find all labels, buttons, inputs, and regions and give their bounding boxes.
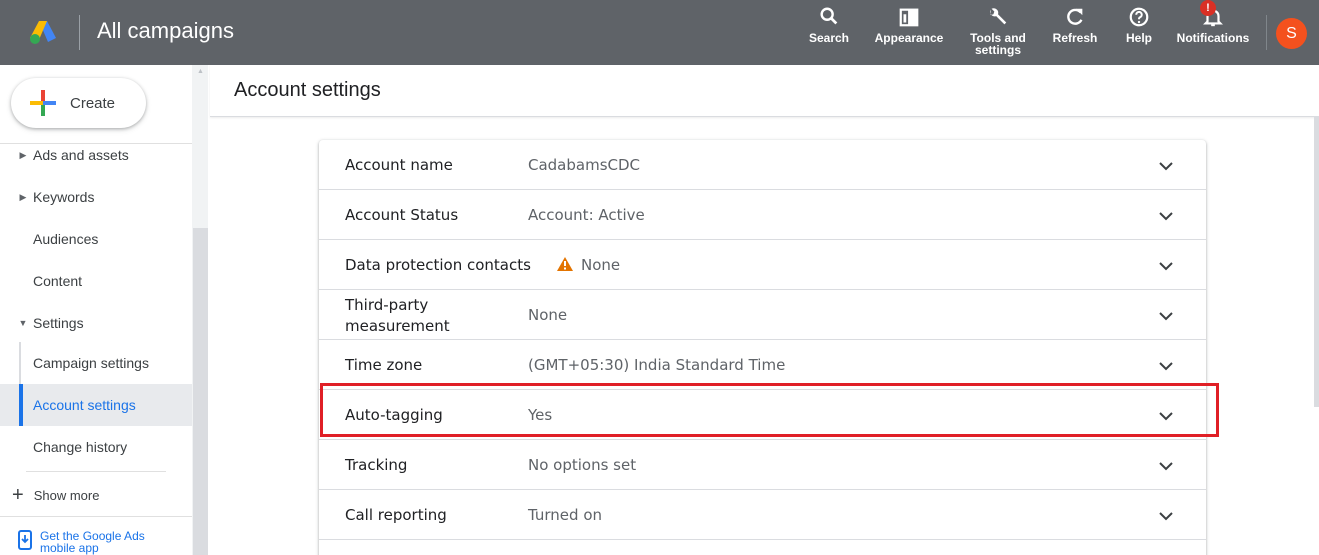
- sidebar-item-label: Keywords: [33, 189, 95, 205]
- sidebar-item-settings[interactable]: ▼ Settings: [0, 302, 192, 344]
- sidebar-item-label: Campaign settings: [33, 355, 149, 371]
- phone-download-icon: [18, 530, 32, 550]
- avatar[interactable]: S: [1276, 18, 1307, 49]
- create-button[interactable]: Create: [11, 78, 146, 128]
- setting-label: Data protection contacts: [345, 256, 531, 274]
- search-button[interactable]: Search: [808, 6, 850, 62]
- chevron-down-icon[interactable]: [1157, 257, 1175, 275]
- setting-value: Turned on: [528, 506, 603, 524]
- appearance-icon: [899, 8, 919, 27]
- show-more-button[interactable]: + Show more: [12, 485, 99, 505]
- top-app-bar: All campaigns Search Appearance Tools an…: [0, 0, 1319, 65]
- sidebar-item-label: Ads and assets: [33, 147, 129, 163]
- search-label: Search: [808, 31, 850, 45]
- expand-arrow-icon: ▶: [19, 149, 27, 160]
- plus-icon: [30, 90, 56, 116]
- warning-icon: [557, 257, 573, 271]
- sidebar-scrollbar-thumb[interactable]: [193, 228, 208, 555]
- sidebar: Create ▶ Ads and assets ▶ Keywords Audie…: [0, 65, 192, 555]
- notifications-label: Notifications: [1176, 31, 1250, 45]
- sidebar-item-label: Content: [33, 273, 83, 289]
- setting-value: Account: Active: [528, 206, 645, 224]
- sidebar-item-content[interactable]: Content: [0, 260, 192, 302]
- setting-row-call-reporting[interactable]: Call reporting Turned on: [319, 490, 1206, 540]
- mobile-app-label: Get the Google Ads mobile app: [40, 529, 145, 555]
- setting-row-data-protection-contacts[interactable]: Data protection contacts None: [319, 240, 1206, 290]
- refresh-label: Refresh: [1052, 31, 1098, 45]
- chevron-down-icon[interactable]: [1157, 357, 1175, 375]
- appearance-button[interactable]: Appearance: [872, 6, 946, 62]
- notification-badge: !: [1200, 0, 1216, 16]
- setting-label: Third-party measurement: [345, 296, 450, 335]
- settings-card: Account name CadabamsCDC Account Status …: [319, 140, 1206, 555]
- setting-label: Time zone: [345, 356, 423, 374]
- sidebar-divider: [26, 471, 166, 472]
- setting-value: (GMT+05:30) India Standard Time: [528, 356, 786, 374]
- header-divider-right: [1266, 15, 1267, 50]
- highlight-box: [320, 383, 1219, 437]
- header-divider: [79, 15, 80, 50]
- expand-arrow-icon: ▶: [19, 191, 27, 202]
- sidebar-item-label: Settings: [33, 315, 84, 331]
- setting-label: Tracking: [345, 456, 408, 474]
- sidebar-item-keywords[interactable]: ▶ Keywords: [0, 176, 192, 218]
- scroll-up-arrow-icon[interactable]: ▲: [197, 68, 204, 75]
- google-ads-logo[interactable]: [30, 20, 56, 44]
- main-scrollbar-thumb[interactable]: [1314, 117, 1319, 407]
- chevron-down-icon[interactable]: [1157, 457, 1175, 475]
- sidebar-item-change-history[interactable]: Change history: [0, 426, 192, 468]
- setting-value: CadabamsCDC: [528, 156, 641, 174]
- sidebar-item-campaign-settings[interactable]: Campaign settings: [0, 342, 192, 384]
- setting-value: None: [528, 306, 568, 324]
- help-button[interactable]: Help: [1122, 6, 1156, 62]
- sidebar-item-label: Account settings: [33, 397, 136, 413]
- mobile-app-link[interactable]: Get the Google Ads mobile app: [18, 530, 160, 554]
- setting-row-third-party-measurement[interactable]: Third-party measurement None: [319, 290, 1206, 340]
- help-icon: [1129, 7, 1149, 27]
- setting-value: None: [581, 256, 621, 274]
- setting-row-tracking[interactable]: Tracking No options set: [319, 440, 1206, 490]
- show-more-label: Show more: [33, 487, 100, 503]
- chevron-down-icon[interactable]: [1157, 207, 1175, 225]
- setting-row-account-status[interactable]: Account Status Account: Active: [319, 190, 1206, 240]
- setting-label: Account name: [345, 156, 453, 174]
- wrench-icon: [990, 8, 1007, 25]
- refresh-icon: [1067, 8, 1083, 25]
- plus-icon: +: [12, 484, 24, 506]
- page-title: Account settings: [234, 79, 381, 101]
- chevron-down-icon[interactable]: [1157, 307, 1175, 325]
- tools-and-settings-button[interactable]: Tools and settings: [966, 6, 1030, 62]
- refresh-button[interactable]: Refresh: [1050, 6, 1100, 62]
- active-indicator: [19, 384, 23, 426]
- setting-label: Account Status: [345, 206, 459, 224]
- collapse-arrow-icon: ▼: [18, 318, 28, 328]
- create-label: Create: [70, 94, 116, 112]
- sidebar-item-ads-and-assets[interactable]: ▶ Ads and assets: [0, 134, 192, 176]
- appearance-label: Appearance: [874, 31, 944, 45]
- chevron-down-icon[interactable]: [1157, 157, 1175, 175]
- sidebar-item-label: Audiences: [33, 231, 99, 247]
- sidebar-item-account-settings[interactable]: Account settings: [0, 384, 192, 426]
- app-title[interactable]: All campaigns: [97, 18, 234, 44]
- setting-value-with-warning: None: [557, 256, 620, 274]
- chevron-down-icon[interactable]: [1157, 507, 1175, 525]
- page-header: Account settings: [210, 65, 1319, 117]
- setting-value: No options set: [528, 456, 637, 474]
- sidebar-divider: [0, 516, 192, 517]
- help-label: Help: [1125, 31, 1152, 45]
- setting-row-account-name[interactable]: Account name CadabamsCDC: [319, 140, 1206, 190]
- sidebar-item-audiences[interactable]: Audiences: [0, 218, 192, 260]
- setting-label: Call reporting: [345, 506, 447, 524]
- search-icon: [820, 7, 838, 25]
- notifications-button[interactable]: Notifications !: [1172, 0, 1254, 62]
- tools-and-settings-label: Tools and settings: [970, 31, 1026, 57]
- sidebar-item-label: Change history: [33, 439, 128, 455]
